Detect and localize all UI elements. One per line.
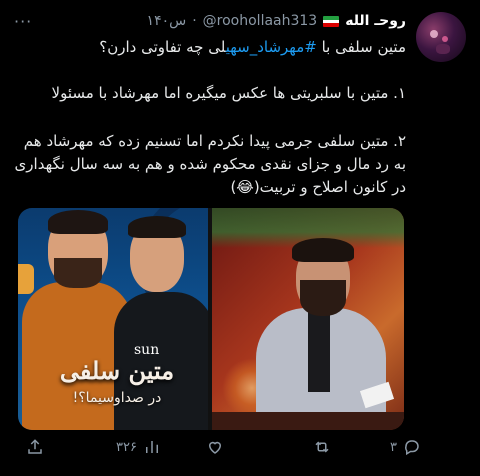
timestamp[interactable]: ۱۴۰س (147, 13, 187, 29)
avatar-detail (436, 44, 450, 54)
handle[interactable]: @roohollaah313 (203, 13, 318, 29)
person-hair (128, 216, 186, 238)
more-options-icon[interactable]: ··· (14, 12, 32, 31)
replies-count: ۳ (390, 439, 397, 455)
tweet-media[interactable]: sun متین سلفی در صداوسیما؟! (18, 208, 404, 430)
media-subtitle: در صداوسیما؟! (72, 390, 162, 406)
hashtag-link[interactable]: #مهرشاد_سهی (226, 38, 317, 56)
like-button[interactable] (200, 438, 224, 456)
text-after-hashtag: لی چه تفاوتی دارن؟ (99, 38, 226, 56)
person-hair (48, 210, 108, 234)
desk (212, 412, 404, 430)
person-shirt (308, 312, 330, 392)
avatar-detail (442, 36, 448, 42)
channel-badge (18, 264, 34, 294)
retweet-icon (315, 441, 329, 453)
heart-icon (208, 441, 222, 454)
tweet-line-1: متین سلفی با #مهرشاد_سهیلی چه تفاوتی دار… (14, 36, 406, 59)
person-beard (54, 258, 102, 288)
tweet-actions: ۳۲۶ ۳ (18, 438, 419, 464)
display-name[interactable]: روحـ الله (345, 13, 406, 29)
share-button[interactable] (26, 438, 44, 456)
views-button[interactable]: ۳۲۶ (116, 438, 161, 456)
tweet-header: روحـ الله @roohollaah313 · ۱۴۰س (46, 10, 406, 32)
media-image-right[interactable] (212, 208, 404, 430)
views-icon (145, 441, 158, 453)
separator-dot: · (192, 13, 197, 29)
iran-flag-icon (323, 15, 340, 27)
media-image-left[interactable]: sun متین سلفی در صداوسیما؟! (18, 208, 208, 430)
person-hair (292, 238, 354, 262)
tweet-point-1: ۱. متین با سلبریتی ها عکس میگیره اما مهر… (51, 84, 406, 102)
tweet-point-2: ۲. متین سلفی جرمی پیدا نکردم اما تسنیم ز… (14, 132, 406, 196)
tweet[interactable]: روحـ الله @roohollaah313 · ۱۴۰س ··· متین… (0, 0, 480, 476)
share-icon (28, 439, 42, 454)
avatar[interactable] (416, 12, 466, 62)
reply-icon (405, 440, 419, 456)
text-before-hashtag: متین سلفی با (316, 38, 406, 56)
person-beard (300, 280, 346, 316)
retweet-button[interactable] (306, 438, 332, 456)
media-title: متین سلفی (59, 356, 175, 385)
avatar-detail (430, 30, 438, 38)
reply-button[interactable]: ۳ (390, 438, 421, 456)
views-count: ۳۲۶ (116, 439, 137, 455)
